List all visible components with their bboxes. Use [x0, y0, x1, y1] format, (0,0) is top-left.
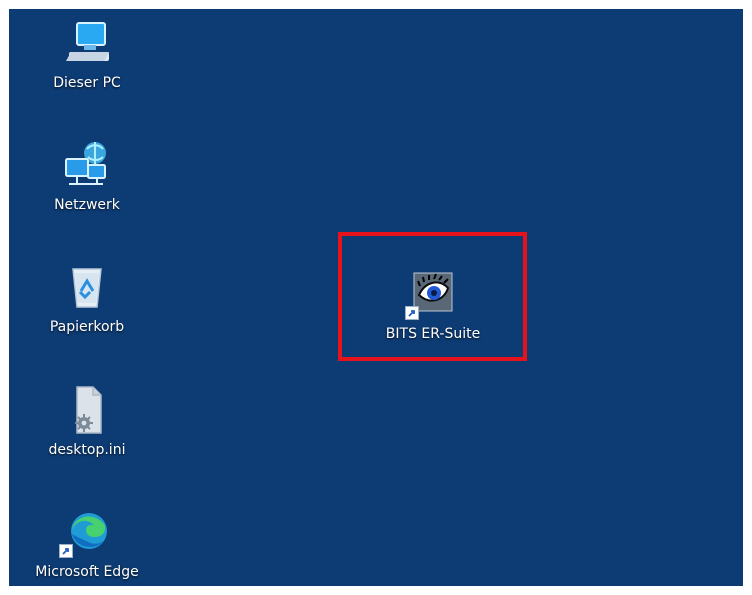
shortcut-arrow-icon: [405, 306, 419, 320]
network-icon: [59, 139, 115, 191]
bits-er-suite-eye-icon: [405, 268, 461, 320]
edge-icon: [59, 506, 115, 558]
recycle-bin-icon: [59, 261, 115, 313]
desktop-icon-papierkorb[interactable]: Papierkorb: [27, 261, 147, 335]
shortcut-arrow-icon: [59, 544, 73, 558]
desktop-icon-label: Dieser PC: [53, 75, 121, 91]
highlight-box: BITS ER-Suite: [338, 232, 527, 361]
desktop-icon-label: Netzwerk: [54, 197, 120, 213]
desktop-icon-label: Papierkorb: [49, 319, 125, 335]
desktop-icon-desktop-ini[interactable]: desktop.ini: [27, 384, 147, 458]
desktop-icon-label: desktop.ini: [48, 442, 126, 458]
desktop-icon-bits-er-suite[interactable]: BITS ER-Suite: [363, 268, 503, 342]
desktop-icon-microsoft-edge[interactable]: Microsoft Edge: [27, 506, 147, 580]
desktop-icon-label: Microsoft Edge: [35, 564, 139, 580]
desktop-icon-netzwerk[interactable]: Netzwerk: [27, 139, 147, 213]
desktop-icon-dieser-pc[interactable]: Dieser PC: [27, 17, 147, 91]
desktop[interactable]: Dieser PC Netzwerk Papierkorb desktop.in…: [9, 9, 743, 586]
settings-file-icon: [59, 384, 115, 436]
monitor-icon: [59, 17, 115, 69]
desktop-icon-label: BITS ER-Suite: [385, 326, 481, 342]
